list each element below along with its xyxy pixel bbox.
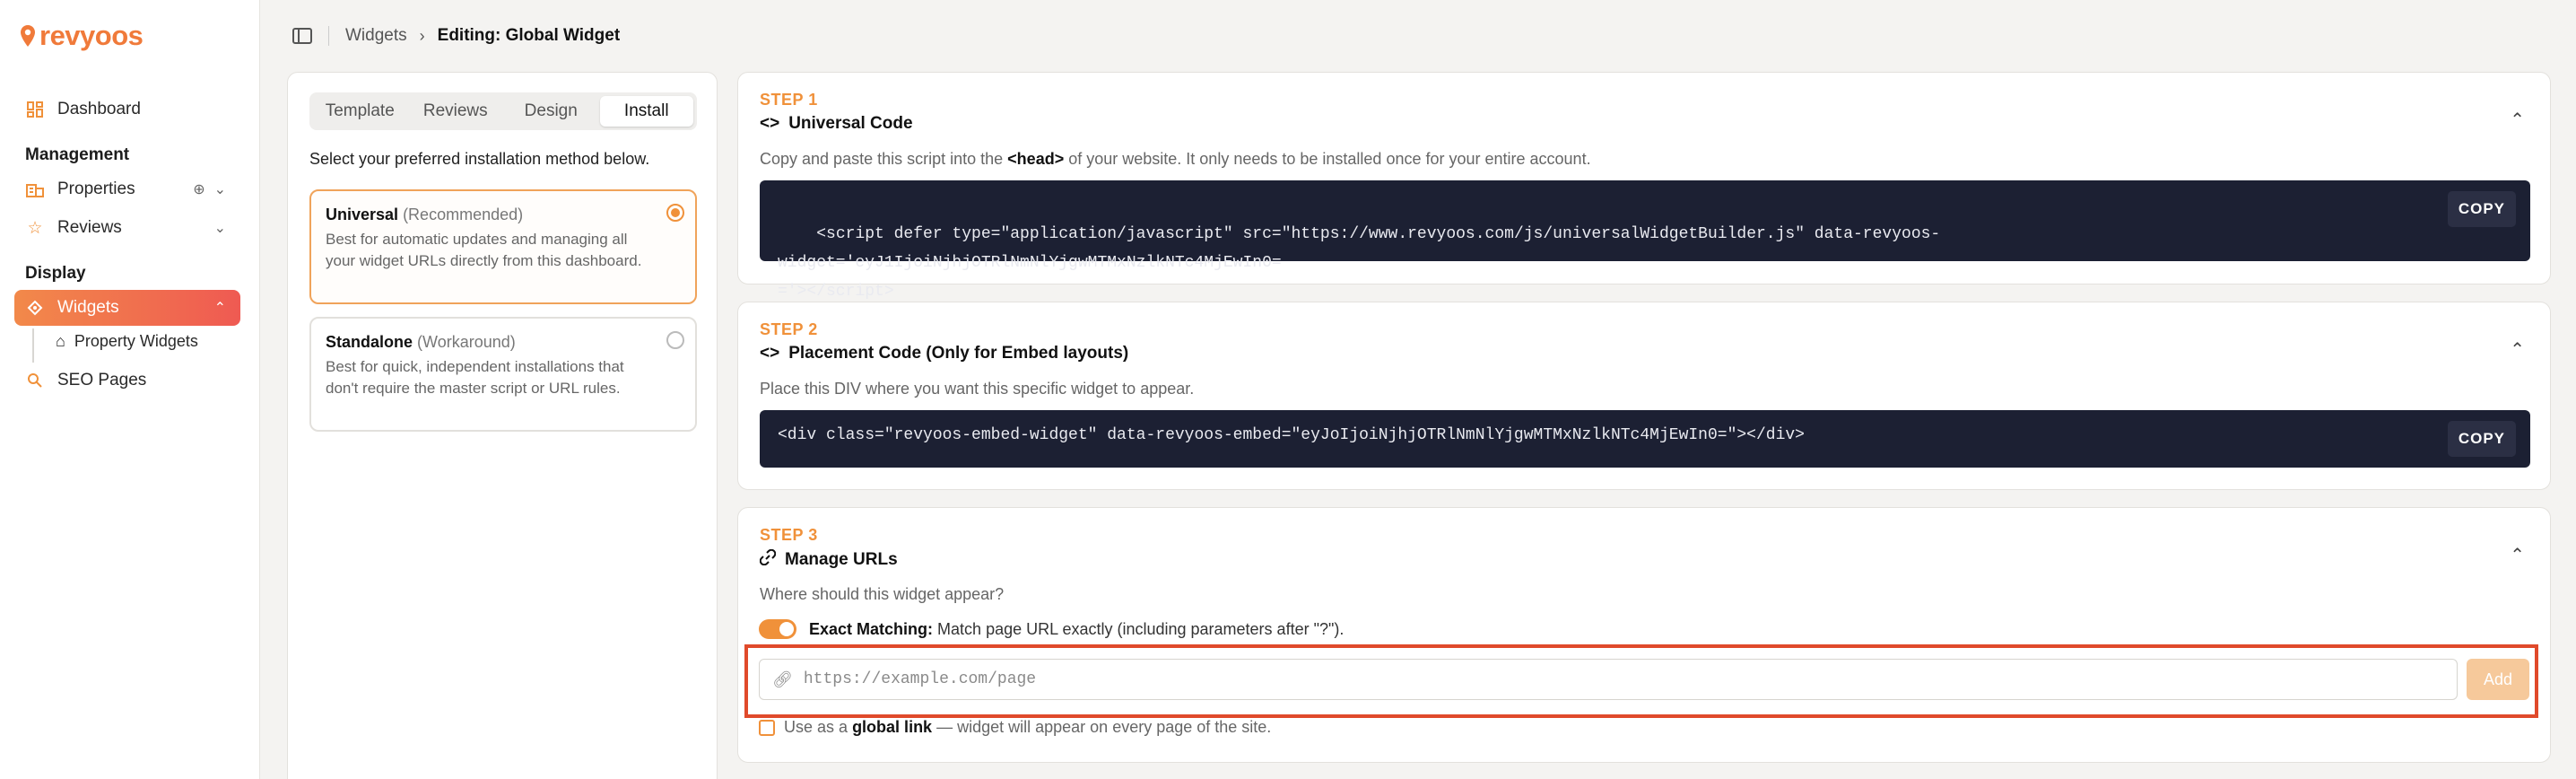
tab-design[interactable]: Design bbox=[504, 96, 598, 127]
sidebar-toggle-icon[interactable] bbox=[292, 28, 312, 44]
option-description: Best for automatic updates and managing … bbox=[326, 231, 642, 269]
code-text: <script defer type="application/javascri… bbox=[778, 225, 1941, 301]
add-circle-icon[interactable]: ⊕ bbox=[193, 180, 205, 198]
widgets-icon bbox=[25, 298, 45, 318]
option-tag: (Workaround) bbox=[417, 333, 516, 351]
chevron-down-icon[interactable]: ⌄ bbox=[214, 180, 226, 198]
global-link-checkbox[interactable] bbox=[759, 719, 775, 736]
section-management: Management bbox=[25, 145, 130, 164]
placement-code-block[interactable]: <div class="revyoos-embed-widget" data-r… bbox=[760, 410, 2530, 468]
step1-card: STEP 1 <> Universal Code ⌃ Copy and past… bbox=[737, 72, 2551, 301]
tab-reviews[interactable]: Reviews bbox=[409, 96, 503, 127]
editor-tabs: Template Reviews Design Install bbox=[309, 92, 697, 130]
sidebar-item-label: Reviews bbox=[57, 218, 122, 237]
desc-text: Copy and paste this script into the bbox=[760, 150, 1004, 168]
tab-install[interactable]: Install bbox=[599, 96, 693, 127]
exact-matching-toggle[interactable] bbox=[759, 619, 796, 639]
sidebar-item-label: Widgets bbox=[57, 298, 119, 317]
step2-card: STEP 2 <> Placement Code (Only for Embed… bbox=[737, 302, 2551, 490]
sidebar-item-widgets[interactable]: Widgets ⌃ bbox=[14, 290, 240, 326]
brand-name: revyoos bbox=[39, 20, 144, 51]
exact-desc: Match page URL exactly (including parame… bbox=[937, 619, 1345, 638]
home-icon: ⌂ bbox=[56, 332, 65, 350]
exact-matching-row: Exact Matching: Match page URL exactly (… bbox=[759, 619, 1344, 639]
sidebar: revyoos Dashboard Management Properties … bbox=[0, 0, 260, 779]
divider bbox=[328, 26, 329, 46]
step-title: Placement Code (Only for Embed layouts) bbox=[788, 344, 1129, 363]
sidebar-item-seo-pages[interactable]: SEO Pages bbox=[14, 363, 240, 398]
chevron-right-icon: › bbox=[419, 26, 425, 45]
desc-tag: <head> bbox=[1007, 150, 1065, 168]
option-tag: (Recommended) bbox=[403, 206, 524, 223]
sidebar-item-label: Property Widgets bbox=[74, 332, 198, 350]
copy-button[interactable]: COPY bbox=[2447, 421, 2516, 457]
top-bar: Widgets › Editing: Global Widget bbox=[260, 0, 2576, 72]
sidebar-item-label: SEO Pages bbox=[57, 371, 147, 390]
code-icon: <> bbox=[760, 114, 780, 133]
building-icon bbox=[25, 179, 45, 199]
location-pin-icon bbox=[21, 25, 35, 47]
chevron-up-icon[interactable]: ⌃ bbox=[2510, 109, 2525, 131]
step-label: STEP 2 bbox=[760, 320, 818, 338]
step-description: Place this DIV where you want this speci… bbox=[760, 380, 1195, 398]
code-text: <div class="revyoos-embed-widget" data-r… bbox=[778, 426, 1805, 444]
radio-selected[interactable] bbox=[666, 204, 684, 222]
step-title: Universal Code bbox=[788, 114, 913, 133]
desc-text: of your website. It only needs to be ins… bbox=[1068, 150, 1591, 168]
chevron-down-icon[interactable]: ⌄ bbox=[214, 219, 226, 237]
section-display: Display bbox=[25, 264, 86, 283]
chevron-up-icon[interactable]: ⌃ bbox=[214, 299, 226, 317]
sidebar-item-label: Properties bbox=[57, 179, 135, 198]
sidebar-item-reviews[interactable]: ☆ Reviews ⌄ bbox=[14, 210, 240, 246]
sidebar-item-property-widgets[interactable]: ⌂ Property Widgets bbox=[56, 332, 198, 351]
star-icon: ☆ bbox=[27, 218, 43, 238]
exact-label: Exact Matching: bbox=[809, 619, 934, 638]
chevron-up-icon[interactable]: ⌃ bbox=[2510, 544, 2525, 566]
sidebar-item-properties[interactable]: Properties ⊕ ⌄ bbox=[14, 171, 240, 207]
radio-unselected[interactable] bbox=[666, 331, 684, 349]
install-settings-card: Template Reviews Design Install Select y… bbox=[287, 72, 718, 779]
code-icon: <> bbox=[760, 344, 780, 363]
step-title: Manage URLs bbox=[785, 550, 898, 569]
url-placeholder: https://example.com/page bbox=[803, 670, 1037, 688]
search-icon bbox=[25, 371, 45, 390]
add-url-button[interactable]: Add bbox=[2467, 659, 2529, 700]
global-bold: global link bbox=[852, 718, 933, 736]
global-text: Use as a bbox=[784, 718, 849, 736]
link-icon: 🔗︎ bbox=[772, 670, 793, 689]
copy-button[interactable]: COPY bbox=[2447, 191, 2516, 227]
step-label: STEP 3 bbox=[760, 526, 818, 544]
sidebar-item-label: Dashboard bbox=[57, 100, 141, 118]
option-description: Best for quick, independent installation… bbox=[326, 358, 624, 397]
global-text: — widget will appear on every page of th… bbox=[936, 718, 1272, 736]
tab-template[interactable]: Template bbox=[313, 96, 407, 127]
url-input[interactable]: 🔗︎ https://example.com/page bbox=[759, 659, 2458, 700]
link-icon bbox=[759, 548, 777, 571]
install-instructions: Select your preferred installation metho… bbox=[309, 150, 650, 168]
step-description: Where should this widget appear? bbox=[760, 585, 1005, 603]
breadcrumb-current: Editing: Global Widget bbox=[437, 26, 621, 45]
option-title: Standalone bbox=[326, 333, 413, 351]
chevron-up-icon[interactable]: ⌃ bbox=[2510, 338, 2525, 361]
breadcrumb-widgets[interactable]: Widgets bbox=[345, 26, 407, 46]
step-description: Copy and paste this script into the <hea… bbox=[760, 150, 1591, 169]
option-standalone[interactable]: Standalone (Workaround) Best for quick, … bbox=[309, 317, 697, 432]
sidebar-item-dashboard[interactable]: Dashboard bbox=[14, 92, 240, 127]
brand-logo[interactable]: revyoos bbox=[20, 20, 144, 52]
subtree-line bbox=[32, 328, 34, 363]
option-universal[interactable]: Universal (Recommended) Best for automat… bbox=[309, 189, 697, 304]
universal-code-block[interactable]: <script defer type="application/javascri… bbox=[760, 180, 2530, 301]
global-link-row: Use as a global link — widget will appea… bbox=[759, 718, 1271, 737]
step-label: STEP 1 bbox=[760, 91, 818, 109]
option-title: Universal bbox=[326, 206, 399, 223]
grid-icon bbox=[25, 100, 45, 119]
